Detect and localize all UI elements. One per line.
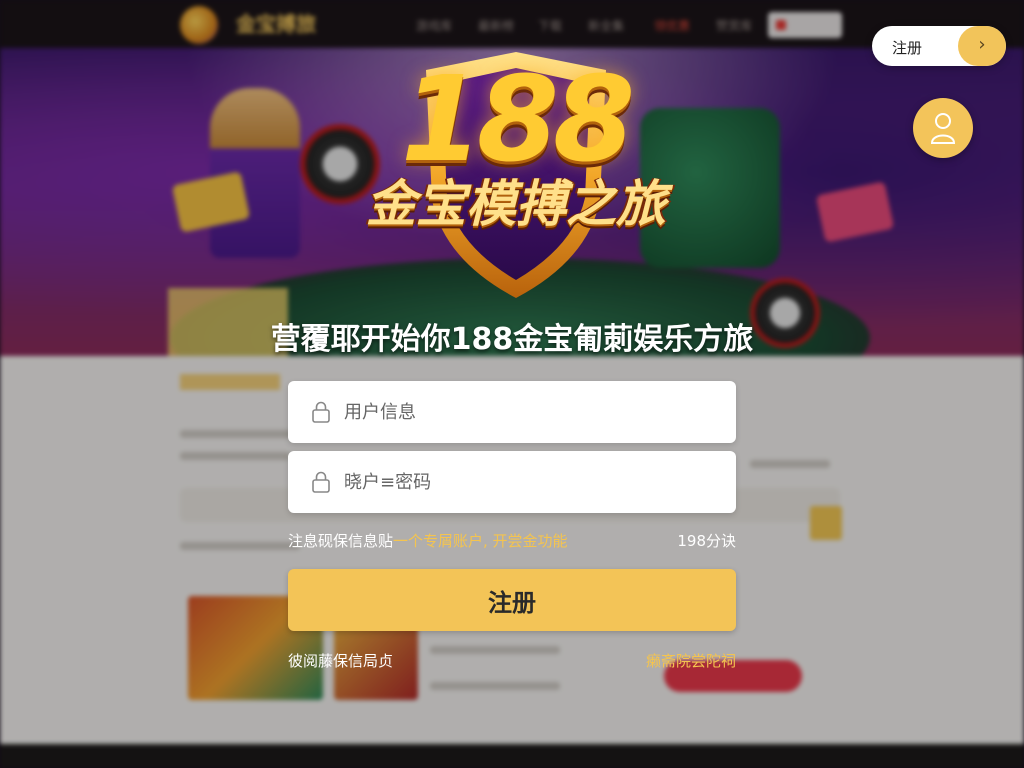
- user-icon: [930, 113, 956, 144]
- info-prefix: 注息砚保信息贴: [288, 532, 394, 550]
- password-input[interactable]: [344, 451, 724, 513]
- username-field[interactable]: [288, 381, 736, 443]
- info-row: 注息砚保信息贴一个专屑账户, 开尝金功能 198分诀: [288, 530, 736, 552]
- login-link[interactable]: 癞斋院尝陀祠: [646, 650, 736, 671]
- top-register-label: 注册: [892, 39, 923, 57]
- chevron-right-icon: ›: [958, 26, 1006, 66]
- user-avatar-button[interactable]: [913, 98, 973, 158]
- info-highlight: 一个专屑账户, 开尝金功能: [393, 532, 568, 550]
- info-text: 注息砚保信息贴一个专屑账户, 开尝金功能: [288, 530, 568, 551]
- logo-title: 金宝模搏之旅: [366, 175, 666, 233]
- terms-link[interactable]: 彼阅藤保信局贞: [288, 650, 393, 671]
- logo-number: 188: [400, 50, 635, 188]
- password-field[interactable]: [288, 451, 736, 513]
- username-input[interactable]: [344, 381, 724, 443]
- info-time: 198分诀: [677, 532, 736, 550]
- page-headline: 营覆耶开始你188金宝匍莿娱乐方旅: [270, 322, 754, 357]
- register-submit-button[interactable]: 注册: [288, 569, 736, 631]
- lock-icon: [312, 401, 330, 423]
- top-register-button[interactable]: 注册 ›: [872, 26, 1006, 66]
- lock-icon: [312, 471, 330, 493]
